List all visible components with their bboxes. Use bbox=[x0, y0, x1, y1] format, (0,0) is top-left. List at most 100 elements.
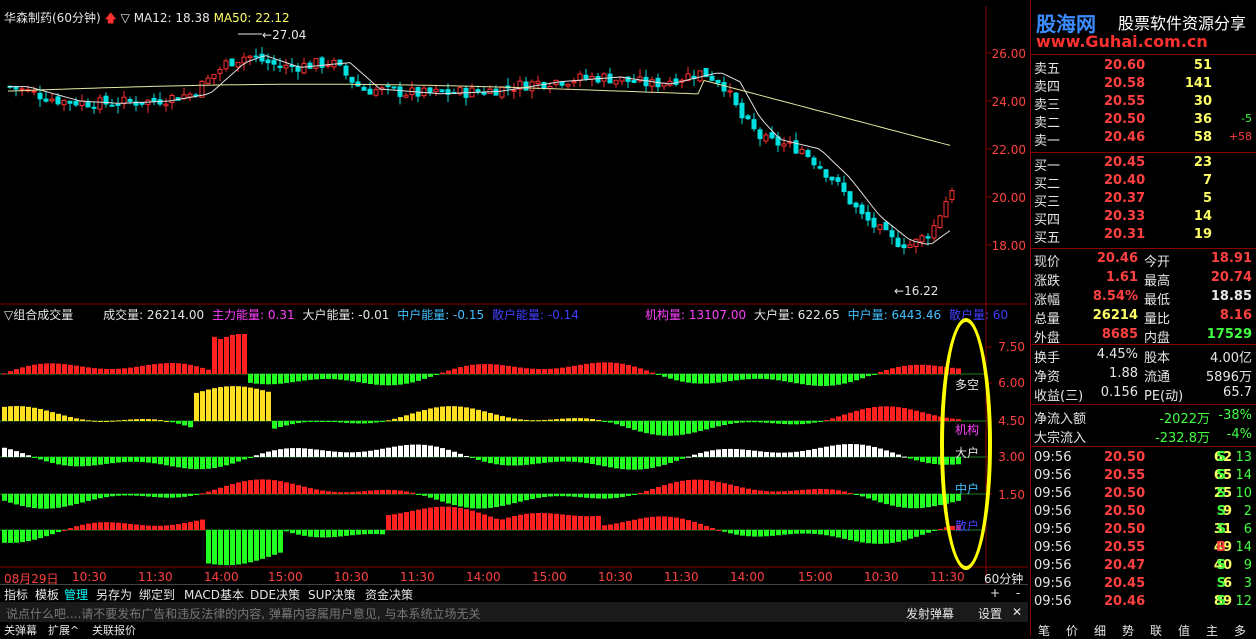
fund-label: PE(动) bbox=[1144, 389, 1184, 404]
divider bbox=[1030, 54, 1256, 55]
tick-time: 09:56 bbox=[1034, 594, 1072, 609]
price-tick: 18.00 bbox=[991, 239, 1026, 253]
tick-time: 09:56 bbox=[1034, 522, 1072, 537]
zh-volume: 中户量: 6443.46 bbox=[847, 308, 942, 322]
sell-order-row[interactable]: 卖二 20.50 36 -5 bbox=[1032, 112, 1254, 131]
tab-zijin[interactable]: 资金决策 bbox=[365, 586, 413, 603]
tick-price: 20.47 bbox=[1104, 558, 1146, 573]
sell-order-row[interactable]: 卖五 20.60 51 bbox=[1032, 58, 1254, 77]
tab-sup[interactable]: SUP决策 bbox=[308, 586, 356, 603]
stat-value: 8685 bbox=[1101, 327, 1138, 342]
tab-macd[interactable]: MACD基本 bbox=[184, 586, 244, 603]
tab-zhu[interactable]: 主 bbox=[1206, 622, 1218, 639]
tick-time: 09:56 bbox=[1034, 558, 1072, 573]
tab-zhi[interactable]: 值 bbox=[1178, 622, 1190, 639]
fund-value: 5896万 bbox=[1205, 370, 1252, 385]
dh-energy: 大户能量: -0.01 bbox=[302, 308, 390, 322]
buy-volume: 23 bbox=[1193, 155, 1212, 170]
fund-stat-row: 换手 4.45% 股本 4.00亿 bbox=[1032, 347, 1254, 366]
buy-order-row[interactable]: 买四 20.33 14 bbox=[1032, 209, 1254, 228]
tab-dde[interactable]: DDE决策 bbox=[250, 586, 300, 603]
time-label: 10:30 bbox=[864, 570, 899, 584]
logo: 股海网 股票软件资源分享 www.Guhai.com.cn bbox=[1032, 6, 1256, 52]
tick-price: 20.45 bbox=[1104, 576, 1146, 591]
sub-triangle-icon: ▽ bbox=[4, 308, 14, 322]
danmu-input[interactable]: 说点什么吧....请不要发布广告和违反法律的内容, 弹幕内容属用户意见, 与本系… bbox=[6, 605, 481, 622]
tick-price: 20.50 bbox=[1104, 504, 1146, 519]
sell-label: 卖三 bbox=[1034, 98, 1061, 113]
flow-value: -2022万 bbox=[1159, 412, 1210, 427]
price-tick: 24.00 bbox=[991, 95, 1026, 109]
tick-side: S bbox=[1216, 468, 1226, 483]
tab-lian[interactable]: 联 bbox=[1150, 622, 1162, 639]
tab-lingcunwei[interactable]: 另存为 bbox=[96, 586, 132, 603]
tab-zhibiao[interactable]: 指标 bbox=[4, 586, 28, 603]
time-label: 10:30 bbox=[334, 570, 369, 584]
tick-row: 09:56 20.50 25 S 10 bbox=[1032, 486, 1254, 504]
sell-volume: 141 bbox=[1184, 76, 1212, 91]
sell-price: 20.55 bbox=[1104, 94, 1146, 109]
sell-order-row[interactable]: 卖四 20.58 141 bbox=[1032, 76, 1254, 95]
tick-count: 9 bbox=[1243, 558, 1252, 573]
buy-volume: 7 bbox=[1202, 173, 1212, 188]
close-icon[interactable]: ✕ bbox=[1012, 605, 1022, 619]
tab-minus-button[interactable]: - bbox=[1016, 586, 1020, 600]
tick-count: 12 bbox=[1235, 594, 1252, 609]
tab-guanli[interactable]: 管理 bbox=[64, 586, 88, 603]
sub-indicator-name[interactable]: 组合成交量 bbox=[13, 308, 73, 322]
stat-value: 18.85 bbox=[1210, 289, 1252, 304]
buy-label: 买五 bbox=[1034, 231, 1061, 246]
stat-value: 20.74 bbox=[1210, 270, 1252, 285]
high-marker: ←27.04 bbox=[262, 28, 307, 42]
stat-label: 涨幅 bbox=[1034, 293, 1061, 308]
tick-time: 09:56 bbox=[1034, 504, 1072, 519]
down-arrow-icon: 🡅 bbox=[104, 11, 117, 25]
time-label: 14:00 bbox=[466, 570, 501, 584]
highlight-ellipse bbox=[940, 318, 992, 570]
sell-order-row[interactable]: 卖一 20.46 58 +58 bbox=[1032, 130, 1254, 149]
tick-row: 09:56 20.45 6 S 3 bbox=[1032, 576, 1254, 594]
tick-row: 09:56 20.46 89 S 12 bbox=[1032, 594, 1254, 612]
stat-label: 涨跌 bbox=[1034, 274, 1061, 289]
indicator-tabs: 指标 模板 管理 另存为 绑定到 MACD基本 DDE决策 SUP决策 资金决策… bbox=[0, 584, 1028, 602]
sh-volume: 散户量: 60 bbox=[948, 308, 1009, 322]
tab-muban[interactable]: 模板 bbox=[35, 586, 59, 603]
tab-shi[interactable]: 势 bbox=[1122, 622, 1134, 639]
sell-order-row[interactable]: 卖三 20.55 30 bbox=[1032, 94, 1254, 113]
time-label: 15:00 bbox=[268, 570, 303, 584]
sub-tick: 7.50 bbox=[998, 340, 1025, 354]
tab-duo[interactable]: 多 bbox=[1234, 622, 1246, 639]
buy-volume: 14 bbox=[1193, 209, 1212, 224]
divider bbox=[1030, 404, 1256, 405]
tick-time: 09:56 bbox=[1034, 450, 1072, 465]
logo-url: www.Guhai.com.cn bbox=[1036, 32, 1208, 51]
bottom-bar: 关弹幕 扩展^ 关联报价 bbox=[0, 622, 1028, 637]
buy-label: 买三 bbox=[1034, 195, 1061, 210]
sell-label: 卖一 bbox=[1034, 134, 1061, 149]
panel-bottom-tabs: 笔 价 细 势 联 值 主 多 bbox=[1032, 622, 1256, 639]
tab-plus-button[interactable]: + bbox=[990, 586, 1000, 600]
buy-order-row[interactable]: 买一 20.45 23 bbox=[1032, 155, 1254, 174]
stat-label: 现价 bbox=[1034, 255, 1061, 270]
buy-order-row[interactable]: 买三 20.37 5 bbox=[1032, 191, 1254, 210]
tab-bi[interactable]: 笔 bbox=[1038, 622, 1050, 639]
fund-stat-row: 收益(三) 0.156 PE(动) 65.7 bbox=[1032, 385, 1254, 404]
tick-time: 09:56 bbox=[1034, 468, 1072, 483]
tab-jia[interactable]: 价 bbox=[1066, 622, 1078, 639]
send-danmu-button[interactable]: 发射弹幕 bbox=[906, 605, 954, 622]
price-tick: 20.00 bbox=[991, 191, 1026, 205]
tab-xi[interactable]: 细 bbox=[1094, 622, 1106, 639]
settings-button[interactable]: 设置 bbox=[978, 605, 1002, 622]
tick-price: 20.55 bbox=[1104, 468, 1146, 483]
tick-price: 20.46 bbox=[1104, 594, 1146, 609]
tab-bangdingdao[interactable]: 绑定到 bbox=[139, 586, 175, 603]
tick-count: 6 bbox=[1243, 522, 1252, 537]
tick-row: 09:56 20.47 40 S 9 bbox=[1032, 558, 1254, 576]
zh-energy: 中户能量: -0.15 bbox=[397, 308, 485, 322]
quote-stat-row: 总量 26214 量比 8.16 bbox=[1032, 308, 1254, 327]
tick-count: 14 bbox=[1235, 468, 1252, 483]
candlestick-chart[interactable] bbox=[0, 0, 1028, 600]
buy-order-row[interactable]: 买五 20.31 19 bbox=[1032, 227, 1254, 246]
buy-order-row[interactable]: 买二 20.40 7 bbox=[1032, 173, 1254, 192]
time-label: 11:30 bbox=[930, 570, 965, 584]
